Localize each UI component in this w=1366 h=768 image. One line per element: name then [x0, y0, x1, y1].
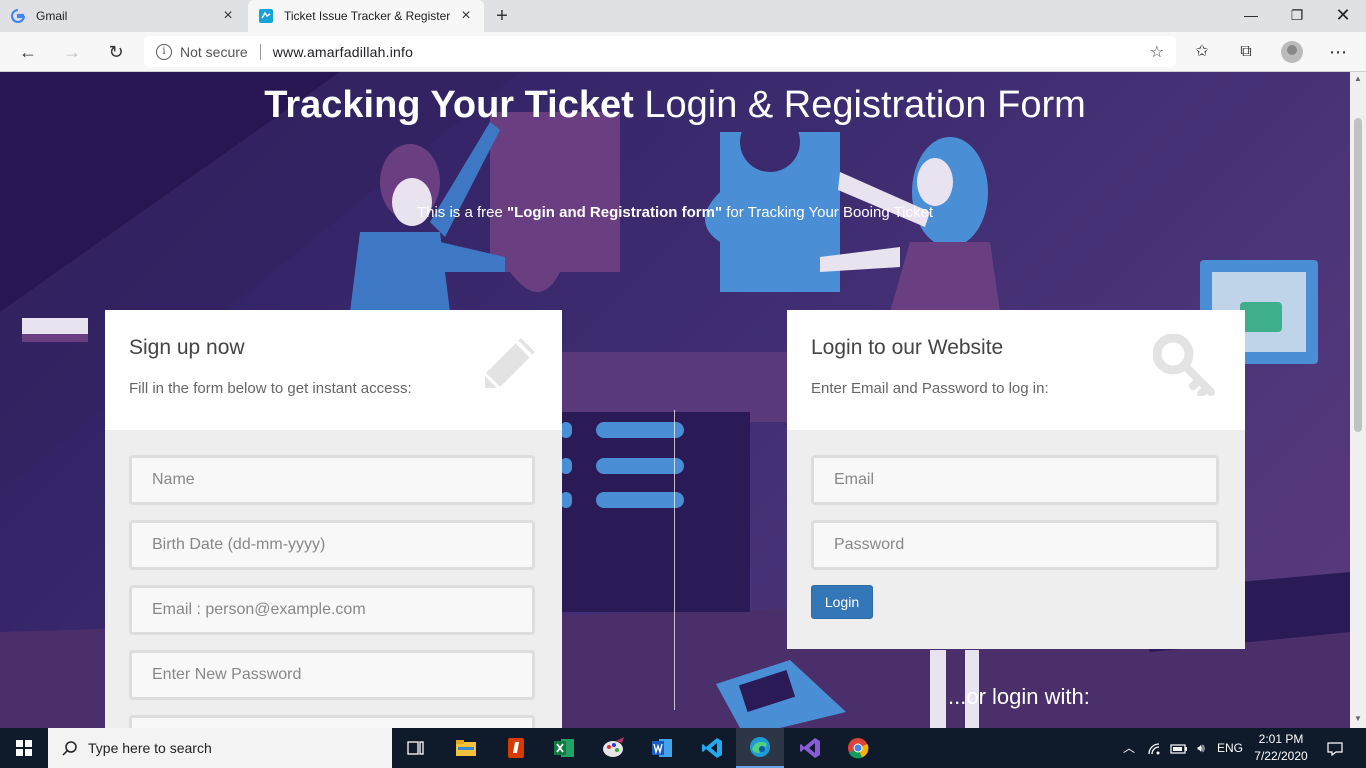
- key-icon: [1153, 334, 1215, 396]
- edge-browser-icon[interactable]: [736, 728, 784, 768]
- vertical-divider: [674, 410, 675, 710]
- scroll-up-arrow-icon[interactable]: ▲: [1350, 74, 1366, 83]
- divider: [259, 43, 261, 60]
- visual-studio-icon[interactable]: [786, 728, 834, 768]
- taskbar-search[interactable]: Type here to search: [48, 728, 392, 768]
- login-title: Login to our Website: [811, 336, 1004, 359]
- taskbar-search-placeholder: Type here to search: [88, 740, 212, 756]
- favorite-star-icon[interactable]: ☆: [1150, 42, 1164, 62]
- hero-title-rest: Login & Registration Form: [644, 84, 1086, 126]
- login-email-field[interactable]: [811, 455, 1219, 505]
- hero-subtitle-pre: This is a free: [416, 204, 507, 221]
- info-icon[interactable]: i: [156, 43, 172, 60]
- scrollbar-thumb[interactable]: [1354, 118, 1362, 432]
- word-icon[interactable]: [638, 728, 686, 768]
- signup-birthdate-field[interactable]: [129, 520, 535, 570]
- refresh-icon[interactable]: ↻: [102, 38, 130, 66]
- minimize-icon[interactable]: —: [1228, 0, 1274, 32]
- tab-ticket-tracker[interactable]: Ticket Issue Tracker & Register ×: [248, 0, 484, 32]
- clock-time: 2:01 PM: [1258, 732, 1304, 746]
- address-bar[interactable]: i Not secure www.amarfadillah.info ☆: [144, 36, 1176, 67]
- pencil-icon: [483, 338, 535, 390]
- forward-arrow-icon[interactable]: →: [58, 38, 86, 66]
- page-content: Tracking Your Ticket Login & Registratio…: [0, 72, 1350, 728]
- chrome-icon[interactable]: [834, 728, 882, 768]
- signup-title: Sign up now: [129, 336, 245, 359]
- browser-toolbar: ← → ↻ i Not secure www.amarfadillah.info…: [0, 32, 1366, 72]
- restore-icon[interactable]: ❐: [1274, 0, 1320, 32]
- tab-title: Ticket Issue Tracker & Register: [284, 9, 451, 23]
- page-scrollbar[interactable]: ▲ ▼: [1350, 72, 1366, 728]
- tab-title: Gmail: [36, 9, 68, 23]
- clock-date: 7/22/2020: [1254, 749, 1308, 763]
- signup-next-field[interactable]: [129, 715, 535, 728]
- more-menu-icon[interactable]: ⋯: [1326, 40, 1350, 64]
- back-arrow-icon[interactable]: ←: [14, 38, 42, 66]
- hero-title: Tracking Your Ticket Login & Registratio…: [200, 80, 1150, 130]
- signup-email-field[interactable]: [129, 585, 535, 635]
- tab-close-icon[interactable]: ×: [458, 7, 474, 25]
- tab-gmail[interactable]: Gmail ×: [0, 0, 246, 32]
- excel-icon[interactable]: [540, 728, 588, 768]
- windows-taskbar: Type here to search ︿ 🔊︎ ENG 2:01 PM 7/2…: [0, 728, 1366, 768]
- language-indicator[interactable]: ENG: [1214, 728, 1246, 768]
- hero-subtitle: This is a free "Login and Registration f…: [200, 204, 1150, 221]
- tab-close-icon[interactable]: ×: [220, 7, 236, 25]
- signup-form: [105, 430, 562, 728]
- task-view-icon[interactable]: [392, 728, 440, 768]
- taskbar-clock[interactable]: 2:01 PM 7/22/2020: [1248, 731, 1314, 765]
- social-login-label: ...or login with:: [948, 684, 1090, 709]
- login-password-field[interactable]: [811, 520, 1219, 570]
- login-header: Login to our Website Enter Email and Pas…: [787, 310, 1245, 430]
- volume-icon[interactable]: 🔊︎: [1190, 728, 1212, 768]
- google-g-icon: [10, 8, 26, 24]
- login-description: Enter Email and Password to log in:: [811, 380, 1049, 397]
- wifi-icon[interactable]: [1144, 728, 1166, 768]
- file-explorer-icon[interactable]: [442, 728, 490, 768]
- favorites-list-icon[interactable]: ✩: [1190, 40, 1214, 64]
- ticket-site-icon: [258, 8, 274, 24]
- office-app-icon[interactable]: [492, 728, 540, 768]
- scroll-down-arrow-icon[interactable]: ▼: [1350, 714, 1366, 723]
- signup-header: Sign up now Fill in the form below to ge…: [105, 310, 562, 430]
- browser-tab-strip: Gmail × Ticket Issue Tracker & Register …: [0, 0, 1366, 32]
- search-icon: [62, 740, 78, 756]
- collections-icon[interactable]: ⧉: [1234, 40, 1258, 64]
- chevron-up-icon[interactable]: ︿: [1118, 728, 1140, 768]
- signup-description: Fill in the form below to get instant ac…: [129, 380, 412, 397]
- close-window-icon[interactable]: ✕: [1320, 0, 1366, 32]
- vscode-icon[interactable]: [688, 728, 736, 768]
- paint-icon[interactable]: [590, 728, 638, 768]
- battery-icon[interactable]: [1168, 728, 1190, 768]
- login-button[interactable]: Login: [811, 585, 873, 619]
- hero-title-bold: Tracking Your Ticket: [264, 84, 634, 126]
- notification-icon[interactable]: [1320, 728, 1350, 768]
- hero-subtitle-post: for Tracking Your Booing Ticket: [722, 204, 934, 221]
- profile-avatar-icon[interactable]: [1281, 41, 1303, 63]
- login-form: Login: [787, 430, 1245, 649]
- signup-panel: Sign up now Fill in the form below to ge…: [105, 310, 562, 728]
- login-panel: Login to our Website Enter Email and Pas…: [787, 310, 1245, 649]
- new-tab-plus-icon[interactable]: +: [490, 4, 514, 28]
- hero-subtitle-bold: "Login and Registration form": [507, 204, 723, 221]
- security-label[interactable]: Not secure: [180, 44, 248, 60]
- signup-name-field[interactable]: [129, 455, 535, 505]
- url-text[interactable]: www.amarfadillah.info: [273, 44, 413, 60]
- windows-start-icon[interactable]: [0, 728, 48, 768]
- signup-password-field[interactable]: [129, 650, 535, 700]
